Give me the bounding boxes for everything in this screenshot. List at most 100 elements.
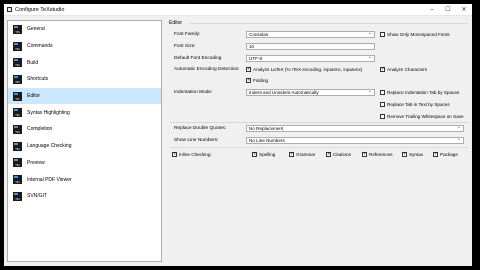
checkbox-box [289, 151, 294, 157]
txs-icon: TXS [13, 141, 22, 151]
package-checkbox[interactable]: Package [433, 151, 458, 157]
checkbox-box [402, 151, 407, 157]
title-bar: Configure TeXstudio – ☐ ✕ [4, 4, 472, 16]
app-icon [7, 7, 12, 12]
checkbox-box [362, 151, 367, 157]
checkbox-box [433, 151, 438, 157]
sidebar-item-label: Language Checking [27, 143, 72, 150]
sidebar-item-editor[interactable]: TXS Editor [8, 87, 161, 105]
dialog-body: TXS General TXS Commands TXS Build TXS S… [4, 16, 472, 266]
sidebar-item-label: General [27, 26, 45, 33]
replace-quotes-label: Replace Double Quotes: [174, 126, 227, 131]
replace-quotes-combo[interactable]: No Replacement [246, 125, 464, 132]
replace-indentation-checkbox[interactable]: Replace Indentation Tab by Spaces [380, 90, 459, 95]
editor-settings-panel: Editor Font Family: Consolas Show Only M… [166, 18, 470, 262]
remove-trailing-whitespace-checkbox[interactable]: Remove Trailing Whitespace on Save [380, 114, 464, 119]
checkbox-label: Analyze Characters [387, 67, 428, 72]
replace-tab-checkbox[interactable]: Replace Tab in Text by Spaces [380, 102, 450, 107]
analyze-latex-checkbox[interactable]: Analyze LaTeX (% !TeX encoding, inputenc… [246, 66, 363, 72]
section-divider [170, 147, 468, 148]
sidebar-item-internal-pdf-viewer[interactable]: TXS Internal PDF Viewer [8, 171, 161, 188]
checkbox-box [380, 114, 385, 119]
sidebar-item-preview[interactable]: TXS Preview [8, 155, 161, 172]
sidebar-item-label: Build [27, 59, 39, 66]
checkbox-label: Show Only Monospaced Fonts [387, 32, 450, 37]
line-numbers-combo[interactable]: No Line Numbers [246, 137, 464, 144]
sidebar-item-shortcuts[interactable]: TXS Shortcuts [8, 71, 161, 88]
checkbox-box [380, 102, 385, 107]
txs-icon: TXS [13, 91, 22, 101]
checkbox-box [252, 151, 257, 157]
category-list[interactable]: TXS General TXS Commands TXS Build TXS S… [7, 20, 162, 262]
folding-checkbox[interactable]: Folding [246, 77, 269, 83]
txs-icon: TXS [13, 175, 22, 185]
checkbox-label: Replace Indentation Tab by Spaces [387, 90, 460, 95]
checkbox-label: Inline Checking: [179, 152, 212, 157]
line-numbers-label: Show Line Numbers: [174, 138, 219, 143]
txs-icon: TXS [13, 158, 22, 168]
sidebar-item-syntax-highlighting[interactable]: TXS Syntax Highlighting [8, 104, 161, 121]
grammar-checkbox[interactable]: Grammar [289, 151, 316, 157]
txs-icon: TXS [13, 108, 22, 118]
checkbox-label: Replace Tab in Text by Spaces [387, 102, 450, 107]
checkbox-label: Spelling [259, 152, 276, 157]
checkbox-label: Grammar [296, 152, 316, 157]
checkbox-box [246, 77, 251, 83]
citations-checkbox[interactable]: Citations [326, 151, 351, 157]
group-divider [190, 23, 468, 24]
sidebar-item-label: Completion [27, 126, 53, 133]
checkbox-box [246, 66, 251, 72]
default-encoding-combo[interactable]: UTF-8 [246, 55, 375, 62]
sidebar-item-completion[interactable]: TXS Completion [8, 121, 161, 138]
sidebar-item-label: SVN/GIT [27, 193, 48, 200]
font-family-combo[interactable]: Consolas [246, 31, 375, 38]
txs-icon: TXS [13, 41, 22, 51]
checkbox-box [326, 151, 331, 157]
checkbox-box [380, 66, 385, 72]
maximize-button[interactable]: ☐ [440, 4, 456, 15]
window-title: Configure TeXstudio [15, 6, 65, 13]
checkbox-label: References [369, 152, 393, 157]
sidebar-item-label: Shortcuts [27, 76, 49, 83]
indentation-mode-label: Indentation Mode: [174, 90, 213, 95]
sidebar-item-svn-git[interactable]: TXS SVN/GIT [8, 188, 161, 205]
sidebar-item-label: Internal PDF Viewer [27, 176, 72, 183]
analyze-characters-checkbox[interactable]: Analyze Characters [380, 66, 428, 72]
syntax-checkbox[interactable]: Syntax [402, 151, 424, 157]
checkbox-label: Analyze LaTeX (% !TeX encoding, inputenc… [253, 67, 363, 72]
references-checkbox[interactable]: References [362, 151, 393, 157]
spelling-checkbox[interactable]: Spelling [252, 151, 276, 157]
txs-icon: TXS [13, 24, 22, 34]
txs-icon: TXS [13, 74, 22, 84]
checkbox-box [380, 32, 385, 37]
font-size-label: Font Size: [174, 44, 196, 49]
show-monospaced-checkbox[interactable]: Show Only Monospaced Fonts [380, 32, 450, 37]
sidebar-item-label: Syntax Highlighting [27, 109, 70, 116]
checkbox-label: Folding [253, 78, 269, 83]
sidebar-item-general[interactable]: TXS General [8, 21, 161, 38]
font-family-label: Font Family: [174, 32, 201, 37]
checkbox-box [380, 90, 385, 95]
inline-checking-checkbox[interactable]: Inline Checking: [172, 151, 212, 157]
group-title: Editor [169, 20, 183, 26]
minimize-button[interactable]: – [424, 4, 440, 15]
sidebar-item-language-checking[interactable]: TXS Language Checking [8, 138, 161, 155]
configure-dialog: Configure TeXstudio – ☐ ✕ TXS General TX… [0, 0, 480, 270]
section-divider [170, 122, 468, 123]
checkbox-label: Package [440, 152, 458, 157]
checkbox-label: Citations [333, 152, 351, 157]
auto-encoding-label: Automatic Encoding Detection: [174, 67, 240, 72]
txs-icon: TXS [13, 124, 22, 134]
txs-icon: TXS [13, 58, 22, 68]
checkbox-label: Syntax [409, 152, 424, 157]
sidebar-item-commands[interactable]: TXS Commands [8, 38, 161, 55]
default-encoding-label: Default Font Encoding [174, 56, 222, 61]
font-size-spinbox[interactable]: 10 [246, 43, 375, 50]
sidebar-item-label: Commands [27, 43, 53, 50]
sidebar-item-build[interactable]: TXS Build [8, 54, 161, 71]
close-button[interactable]: ✕ [456, 4, 472, 15]
txs-icon: TXS [13, 191, 22, 201]
checkbox-label: Remove Trailing Whitespace on Save [387, 114, 464, 119]
indentation-mode-combo[interactable]: Indent and Unindent Automatically [246, 89, 375, 96]
sidebar-item-label: Editor [27, 93, 41, 100]
